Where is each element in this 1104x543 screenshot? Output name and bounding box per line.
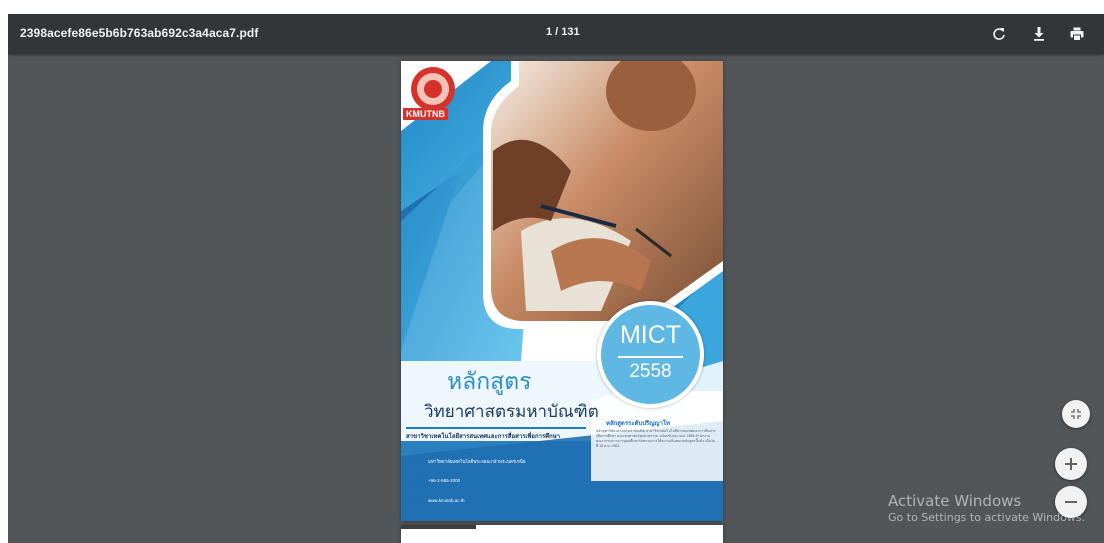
badge-year: 2558 xyxy=(629,361,672,382)
activate-windows-watermark: Activate Windows Go to Settings to activ… xyxy=(888,492,1085,524)
watermark-title: Activate Windows xyxy=(888,492,1022,510)
degree-description: หลักสูตรวิทยาศาสตรมหาบัณฑิต สาขาวิชาเทคโ… xyxy=(596,429,716,448)
watermark-subtitle: Go to Settings to activate Windows. xyxy=(888,511,1086,524)
fit-to-page-icon xyxy=(1071,409,1081,419)
badge-title: MICT xyxy=(619,321,682,349)
location-icon xyxy=(411,454,424,467)
file-name-title: 2398acefe86e5b6b763ab692c3a4aca7.pdf xyxy=(20,26,259,40)
cover-subtitle: วิทยาศาสตรมหาบัณฑิต xyxy=(424,402,599,422)
badge-divider xyxy=(618,356,683,358)
phone-icon xyxy=(411,474,424,487)
viewer-toolbar: 2398acefe86e5b6b763ab692c3a4aca7.pdf 1 /… xyxy=(8,14,1104,54)
cover-department: สาขาวิชาเทคโนโลยีสารสนเทศและการสื่อสารเพ… xyxy=(406,427,586,441)
mict-badge: MICT 2558 xyxy=(597,301,704,408)
pdf-page-1: KMUTNB MICT 2558 หลักสูตร วิทยาศาสตรมหาบ… xyxy=(401,61,723,521)
cover-title: หลักสูตร xyxy=(447,369,532,395)
page-indicator: 1 / 131 xyxy=(546,26,580,38)
kmutnb-logo: KMUTNB xyxy=(403,108,448,120)
download-button[interactable] xyxy=(1029,24,1049,44)
globe-icon xyxy=(411,494,424,507)
contact-phone-text: +66-2-555-2000 xyxy=(428,478,461,483)
fit-to-page-button[interactable] xyxy=(1062,400,1090,428)
contact-address-text: มหาวิทยาลัยเทคโนโลยีพระจอมเกล้าพระนครเหน… xyxy=(428,459,526,464)
plus-icon xyxy=(1065,458,1077,470)
contact-website-text: www.kmutnb.ac.th xyxy=(428,498,465,503)
print-icon xyxy=(1070,27,1084,41)
print-button[interactable] xyxy=(1067,24,1087,44)
degree-heading: หลักสูตรระดับปริญญาโท xyxy=(606,421,670,427)
pdf-viewer: 2398acefe86e5b6b763ab692c3a4aca7.pdf 1 /… xyxy=(8,14,1104,543)
rotate-button[interactable] xyxy=(989,24,1009,44)
page-2-header-strip xyxy=(401,525,476,529)
download-icon xyxy=(1034,27,1044,41)
rotate-icon xyxy=(993,28,1005,40)
cover-artwork xyxy=(401,61,723,521)
pdf-page-2 xyxy=(401,525,723,543)
zoom-in-button[interactable] xyxy=(1055,448,1087,480)
